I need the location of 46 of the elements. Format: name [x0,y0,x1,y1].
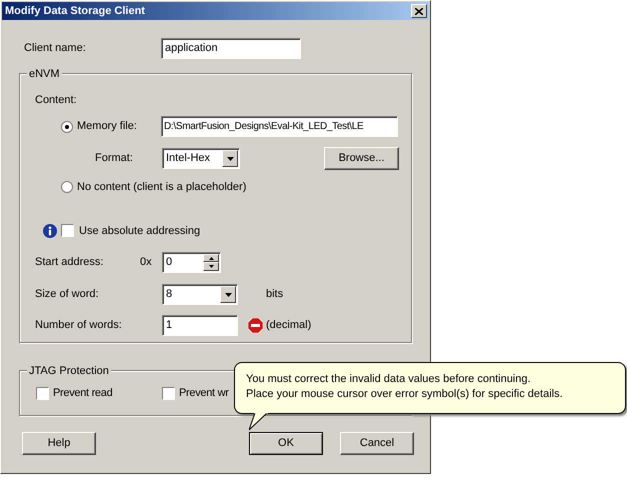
field-label: Client name: [24,41,87,56]
section-label: Content: [35,93,78,106]
dropdown[interactable]: Intel-Hex [162,148,240,169]
word-count-field[interactable]: 1 [162,315,238,336]
checkbox-label: Use absolute addressing [79,224,200,238]
tooltip-text: Place your mouse cursor over error symbol(s) for specific details. [246,387,564,402]
checkbox[interactable] [162,386,175,400]
radio-label: Memory file: [77,119,138,134]
dropdown-value: Intel-Hex [166,151,210,166]
caret-icon [224,292,232,296]
checkbox-label: Prevent wr [179,386,229,401]
spin-field[interactable]: 0 [162,252,221,273]
dialog-button[interactable]: OK [249,432,323,455]
caret-icon [226,156,234,160]
tooltip-text: You must correct the invalid data values before continuing. [246,372,532,387]
field-label: Format: [95,151,134,166]
dropdown-value: 8 [166,287,172,302]
unit-label: bits [266,287,284,302]
note-label: (decimal) [266,318,312,334]
radio-button[interactable] [61,181,73,194]
memory-file-field[interactable]: D:\SmartFusion_Designs\Eval-Kit_LED_Test\LE [161,116,398,137]
spin-up-button[interactable] [203,254,219,262]
checkbox[interactable] [36,386,49,400]
info-icon [43,224,57,238]
dialog-button[interactable]: Cancel [340,432,414,455]
window-title: Modify Data Storage Client [5,4,145,19]
close-icon [415,8,423,14]
dropdown[interactable]: 8 [162,284,238,305]
field-label: Start address: [35,255,104,270]
spin-down-button[interactable] [203,262,219,271]
down-arrow-icon [208,265,214,268]
field-label: Size of word: [35,287,100,302]
hex-prefix: 0x [140,255,153,270]
dropdown-arrow-button[interactable] [222,150,238,167]
client-name-field[interactable]: application [161,38,301,59]
radio-label: No content (client is a placeholder) [77,180,246,195]
checkbox-label: Prevent read [53,386,112,401]
checkbox[interactable] [61,224,74,238]
browse-button[interactable]: Browse... [324,147,399,170]
close-button[interactable] [411,4,427,18]
dialog-button[interactable]: Help [22,432,96,455]
spin-value: 0 [166,255,172,270]
up-arrow-icon [208,256,214,260]
field-label: Number of words: [35,318,123,334]
radio-button[interactable] [61,120,73,132]
dropdown-arrow-button[interactable] [220,286,236,303]
